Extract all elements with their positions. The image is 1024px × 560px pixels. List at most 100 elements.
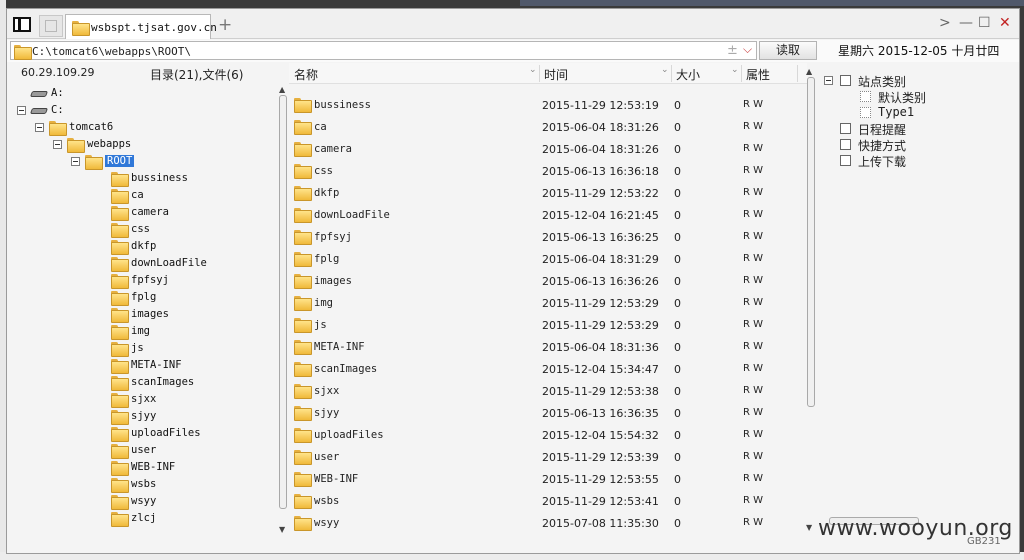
- tab-active[interactable]: wsbspt.tjsat.gov.cn: [65, 14, 217, 39]
- file-row[interactable]: css 2015-06-13 16:36:18 0 R W: [289, 160, 807, 182]
- side-item[interactable]: 日程提醒: [818, 120, 1008, 137]
- tree-node[interactable]: fpfsyj: [11, 272, 279, 289]
- tree-node[interactable]: sjxx: [11, 391, 279, 408]
- tree-node-label: META-INF: [131, 359, 182, 371]
- scroll-up-icon[interactable]: ▲: [806, 67, 812, 76]
- tree-scrollbar[interactable]: ▲ ▼: [279, 85, 287, 537]
- collapse-toggle-icon[interactable]: [17, 106, 26, 115]
- side-panel: 站点类别 默认类别 Type1 日程提醒 快捷方式 上传下载: [818, 63, 1018, 533]
- chevron-down-icon[interactable]: ⌵: [743, 42, 752, 57]
- file-list-scrollbar[interactable]: ▲ ▼: [806, 65, 816, 535]
- folder-icon: [294, 296, 312, 311]
- tree-node[interactable]: fplg: [11, 289, 279, 306]
- column-separator[interactable]: ⌄: [731, 65, 742, 82]
- minimize-button[interactable]: —: [959, 15, 973, 31]
- file-row[interactable]: user 2015-11-29 12:53:39 0 R W: [289, 446, 807, 468]
- column-name[interactable]: 名称: [294, 66, 318, 83]
- tree-node[interactable]: scanImages: [11, 374, 279, 391]
- file-row[interactable]: bussiness 2015-11-29 12:53:19 0 R W: [289, 94, 807, 116]
- tree-node[interactable]: ROOT: [11, 153, 279, 170]
- close-button[interactable]: ✕: [999, 15, 1011, 31]
- file-row[interactable]: wsyy 2015-07-08 11:35:30 0 R W: [289, 512, 807, 533]
- tree-node[interactable]: C:: [11, 102, 279, 119]
- scroll-thumb[interactable]: [279, 95, 287, 509]
- tree-node[interactable]: sjyy: [11, 408, 279, 425]
- column-attr[interactable]: 属性: [746, 66, 770, 83]
- file-row[interactable]: dkfp 2015-11-29 12:53:22 0 R W: [289, 182, 807, 204]
- new-tab-button[interactable]: +: [218, 15, 232, 35]
- nav-next-icon[interactable]: >: [939, 15, 951, 31]
- collapse-toggle-icon[interactable]: [824, 76, 833, 85]
- column-separator[interactable]: ⌄: [529, 65, 540, 82]
- side-item[interactable]: Type1: [818, 104, 1008, 121]
- tree-node[interactable]: images: [11, 306, 279, 323]
- side-item[interactable]: 快捷方式: [818, 136, 1008, 153]
- tree-node[interactable]: bussiness: [11, 170, 279, 187]
- tab-inactive[interactable]: [39, 15, 63, 37]
- tree-node[interactable]: user: [11, 442, 279, 459]
- file-row[interactable]: ca 2015-06-04 18:31:26 0 R W: [289, 116, 807, 138]
- scroll-up-icon[interactable]: ▲: [279, 85, 285, 94]
- file-size: 0: [674, 319, 681, 332]
- column-time[interactable]: 时间: [544, 66, 568, 83]
- tree-node-label: ca: [131, 189, 144, 201]
- file-size: 0: [674, 473, 681, 486]
- tree-node[interactable]: META-INF: [11, 357, 279, 374]
- file-row[interactable]: WEB-INF 2015-11-29 12:53:55 0 R W: [289, 468, 807, 490]
- tree-node[interactable]: downLoadFile: [11, 255, 279, 272]
- scroll-thumb[interactable]: [807, 77, 815, 407]
- path-input[interactable]: C:\tomcat6\webapps\ROOT\ ± ⌵: [10, 41, 757, 60]
- column-separator[interactable]: ⌄: [661, 65, 672, 82]
- scroll-down-icon[interactable]: ▼: [806, 523, 812, 532]
- file-row[interactable]: fpfsyj 2015-06-13 16:36:25 0 R W: [289, 226, 807, 248]
- column-separator[interactable]: [797, 65, 798, 82]
- tree-node[interactable]: js: [11, 340, 279, 357]
- bookmark-plus-icon[interactable]: ±: [727, 43, 738, 58]
- file-time: 2015-11-29 12:53:19: [542, 99, 659, 112]
- side-item[interactable]: 默认类别: [818, 88, 1008, 105]
- file-row[interactable]: META-INF 2015-06-04 18:31:36 0 R W: [289, 336, 807, 358]
- read-button[interactable]: 读取: [759, 41, 817, 60]
- file-row[interactable]: downLoadFile 2015-12-04 16:21:45 0 R W: [289, 204, 807, 226]
- maximize-button[interactable]: ☐: [978, 15, 991, 31]
- tree-node[interactable]: wsbs: [11, 476, 279, 493]
- file-row[interactable]: fplg 2015-06-04 18:31:29 0 R W: [289, 248, 807, 270]
- scroll-down-icon[interactable]: ▼: [279, 525, 285, 534]
- tree-node[interactable]: webapps: [11, 136, 279, 153]
- file-row[interactable]: camera 2015-06-04 18:31:26 0 R W: [289, 138, 807, 160]
- tree-node[interactable]: WEB-INF: [11, 459, 279, 476]
- tree-node[interactable]: camera: [11, 204, 279, 221]
- tree-node[interactable]: ca: [11, 187, 279, 204]
- column-size[interactable]: 大小: [676, 66, 700, 83]
- tree-node[interactable]: wsyy: [11, 493, 279, 510]
- file-name: META-INF: [314, 341, 365, 353]
- file-row[interactable]: js 2015-11-29 12:53:29 0 R W: [289, 314, 807, 336]
- file-row[interactable]: wsbs 2015-11-29 12:53:41 0 R W: [289, 490, 807, 512]
- file-row[interactable]: uploadFiles 2015-12-04 15:54:32 0 R W: [289, 424, 807, 446]
- file-row[interactable]: sjxx 2015-11-29 12:53:38 0 R W: [289, 380, 807, 402]
- tree-node[interactable]: uploadFiles: [11, 425, 279, 442]
- file-row[interactable]: images 2015-06-13 16:36:26 0 R W: [289, 270, 807, 292]
- file-row[interactable]: scanImages 2015-12-04 15:34:47 0 R W: [289, 358, 807, 380]
- file-time: 2015-06-13 16:36:26: [542, 275, 659, 288]
- collapse-toggle-icon[interactable]: [71, 157, 80, 166]
- tree-node[interactable]: img: [11, 323, 279, 340]
- file-size: 0: [674, 165, 681, 178]
- file-row[interactable]: sjyy 2015-06-13 16:36:35 0 R W: [289, 402, 807, 424]
- folder-icon: [294, 186, 312, 201]
- file-name: downLoadFile: [314, 209, 390, 221]
- tree-node[interactable]: css: [11, 221, 279, 238]
- tree-node[interactable]: A:: [11, 85, 279, 102]
- tree-node[interactable]: zlcj: [11, 510, 279, 527]
- tree-node[interactable]: dkfp: [11, 238, 279, 255]
- file-size: 0: [674, 495, 681, 508]
- file-row[interactable]: img 2015-11-29 12:53:29 0 R W: [289, 292, 807, 314]
- tree-node[interactable]: tomcat6: [11, 119, 279, 136]
- collapse-toggle-icon[interactable]: [53, 140, 62, 149]
- folder-icon: [111, 359, 129, 374]
- side-item[interactable]: 上传下载: [818, 152, 1008, 169]
- file-name: scanImages: [314, 363, 378, 375]
- collapse-toggle-icon[interactable]: [35, 123, 44, 132]
- panel-toggle-icon[interactable]: [13, 17, 31, 32]
- side-item[interactable]: 站点类别: [818, 72, 1008, 89]
